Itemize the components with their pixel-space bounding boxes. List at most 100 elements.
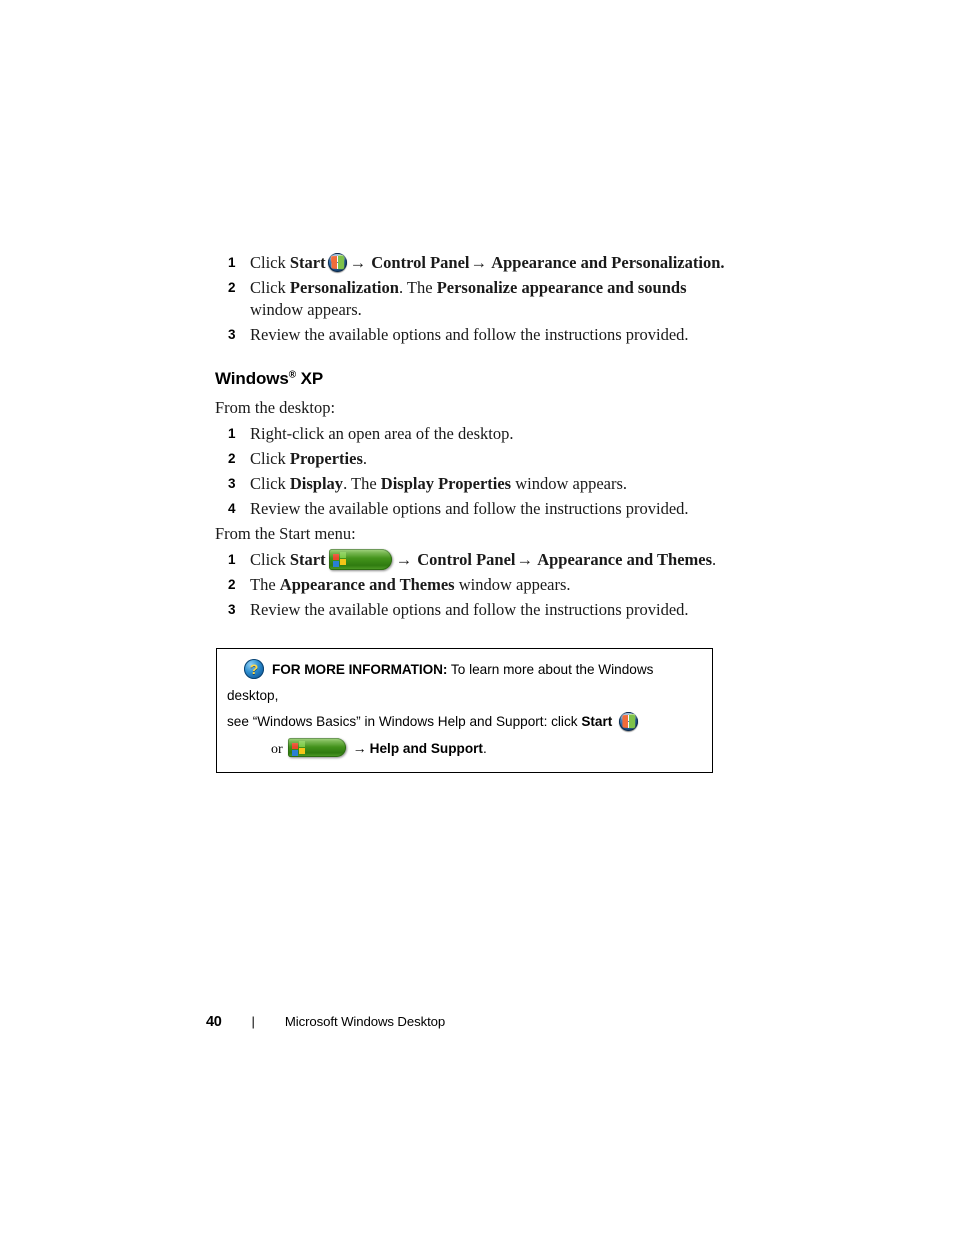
arrow-icon: → bbox=[349, 253, 367, 272]
page-footer: 40 | Microsoft Windows Desktop bbox=[206, 1014, 445, 1030]
step-number: 3 bbox=[228, 327, 236, 342]
arrow-icon: → bbox=[470, 253, 488, 272]
list-item: 2 Click Properties. bbox=[215, 448, 725, 470]
page-number: 40 bbox=[206, 1014, 222, 1030]
step-text-fragment: Click bbox=[250, 474, 290, 493]
list-item: 1 Right-click an open area of the deskto… bbox=[215, 423, 725, 445]
heading-main-text: Windows bbox=[215, 369, 289, 388]
step-text: Click Display. The Display Properties wi… bbox=[250, 474, 627, 493]
list-item: 2 Click Personalization. The Personalize… bbox=[215, 277, 725, 321]
step-text: Review the available options and follow … bbox=[250, 499, 689, 518]
orb-pane-yellow bbox=[337, 262, 344, 268]
start-label: Start bbox=[289, 253, 326, 272]
step-number: 4 bbox=[228, 501, 236, 516]
footer-title: Microsoft Windows Desktop bbox=[284, 1014, 446, 1029]
step-text-fragment: Click bbox=[250, 550, 290, 569]
list-item: 3 Review the available options and follo… bbox=[215, 599, 725, 621]
flag-pane-blue bbox=[292, 749, 299, 756]
info-line-3: or → Help and Support. bbox=[227, 735, 702, 763]
list-item: 3 Review the available options and follo… bbox=[215, 324, 725, 346]
step-text-fragment: . The bbox=[343, 474, 381, 493]
start-label: Start bbox=[581, 714, 613, 729]
document-page: 1 Click Start → Control Panel→ Appearance… bbox=[0, 0, 954, 1235]
step-text: Click Start → Control Panel→ Appearance a… bbox=[250, 253, 725, 272]
properties-label: Properties bbox=[289, 449, 363, 468]
personalize-window-label: Personalize appearance and sounds bbox=[436, 278, 687, 297]
orb-gloss bbox=[620, 712, 638, 721]
orb-pane-blue bbox=[331, 262, 337, 269]
button-highlight bbox=[328, 549, 392, 559]
flag-pane-yellow bbox=[340, 559, 347, 565]
display-properties-label: Display Properties bbox=[380, 474, 512, 493]
step-text-fragment: . The bbox=[398, 278, 437, 297]
xp-desktop-steps-list: 1 Right-click an open area of the deskto… bbox=[215, 423, 725, 520]
info-line-1: ? FOR MORE INFORMATION: To learn more abo… bbox=[227, 657, 702, 709]
orb-pane-yellow bbox=[629, 721, 635, 727]
step-number: 1 bbox=[228, 552, 236, 567]
list-item: 2 The Appearance and Themes window appea… bbox=[215, 574, 725, 596]
step-text-fragment: window appears. bbox=[250, 300, 362, 319]
question-mark-glyph: ? bbox=[249, 661, 259, 677]
step-text-fragment: . bbox=[712, 550, 717, 569]
flag-pane-blue bbox=[333, 560, 340, 567]
display-label: Display bbox=[289, 474, 344, 493]
control-panel-label: Control Panel bbox=[367, 253, 470, 272]
info-line-3-period: . bbox=[482, 741, 487, 756]
xp-start-button-icon[interactable] bbox=[287, 738, 346, 757]
vista-steps-list: 1 Click Start → Control Panel→ Appearance… bbox=[215, 252, 725, 346]
or-label: or bbox=[271, 742, 283, 757]
orb-pane-blue bbox=[622, 721, 629, 728]
footer-separator: | bbox=[251, 1014, 255, 1029]
page-title: Windows® XP bbox=[215, 368, 725, 390]
step-number: 1 bbox=[228, 255, 236, 270]
orb-pane-red bbox=[331, 256, 337, 262]
list-item: 1 Click Start → Control Panel→ Appearance… bbox=[215, 549, 725, 571]
orb-pane-green bbox=[629, 714, 635, 720]
step-number: 2 bbox=[228, 280, 236, 295]
question-mark-icon: ? bbox=[244, 659, 264, 679]
registered-trademark-symbol: ® bbox=[288, 369, 297, 381]
step-number: 2 bbox=[228, 577, 236, 592]
orb-pane-red bbox=[622, 715, 629, 721]
orb-gloss bbox=[328, 253, 346, 262]
info-lead-label: FOR MORE INFORMATION: bbox=[272, 662, 448, 677]
from-start-menu-intro: From the Start menu: bbox=[215, 524, 356, 543]
step-text-fragment: window appears. bbox=[454, 575, 571, 594]
appearance-themes-label: Appearance and Themes bbox=[534, 550, 713, 569]
step-text: Review the available options and follow … bbox=[250, 600, 689, 619]
for-more-information-box: ? FOR MORE INFORMATION: To learn more abo… bbox=[216, 648, 713, 773]
help-and-support-label: Help and Support bbox=[369, 741, 483, 756]
control-panel-label: Control Panel bbox=[413, 550, 516, 569]
step-text-fragment: The bbox=[250, 575, 280, 594]
xp-startmenu-steps-list: 1 Click Start → Control Panel→ Appearance… bbox=[215, 549, 725, 621]
arrow-icon: → bbox=[352, 740, 367, 756]
xp-start-button-icon[interactable] bbox=[328, 549, 392, 570]
list-item: 4 Review the available options and follo… bbox=[215, 498, 725, 520]
step-number: 3 bbox=[228, 476, 236, 491]
step-text: Review the available options and follow … bbox=[250, 325, 689, 344]
info-line-2: see “Windows Basics” in Windows Help and… bbox=[227, 709, 702, 735]
step-text: Click Personalization. The Personalize a… bbox=[250, 278, 687, 319]
flag-pane-yellow bbox=[299, 748, 306, 754]
list-item: 1 Click Start → Control Panel→ Appearance… bbox=[215, 252, 725, 274]
step-text: The Appearance and Themes window appears… bbox=[250, 575, 571, 594]
appearance-personalization-label: Appearance and Personalization. bbox=[488, 253, 725, 272]
step-number: 1 bbox=[228, 426, 236, 441]
orb-pane-green bbox=[337, 255, 344, 261]
info-line-2-text: see “Windows Basics” in Windows Help and… bbox=[227, 714, 582, 729]
step-text: Click Properties. bbox=[250, 449, 367, 468]
vista-start-orb-icon[interactable] bbox=[327, 253, 347, 272]
arrow-icon: → bbox=[395, 550, 413, 569]
personalization-label: Personalization bbox=[289, 278, 399, 297]
arrow-icon: → bbox=[516, 550, 534, 569]
step-text: Click Start → Control Panel→ Appearance a… bbox=[250, 549, 717, 570]
step-number: 2 bbox=[228, 451, 236, 466]
step-text-fragment: Click bbox=[250, 278, 290, 297]
start-label: Start bbox=[289, 550, 326, 569]
step-text-fragment: Click bbox=[250, 253, 290, 272]
appearance-themes-label: Appearance and Themes bbox=[279, 575, 455, 594]
from-desktop-intro: From the desktop: bbox=[215, 398, 336, 417]
step-text-fragment: . bbox=[362, 449, 368, 468]
step-text-fragment: Click bbox=[250, 449, 290, 468]
vista-start-orb-icon[interactable] bbox=[619, 712, 639, 731]
